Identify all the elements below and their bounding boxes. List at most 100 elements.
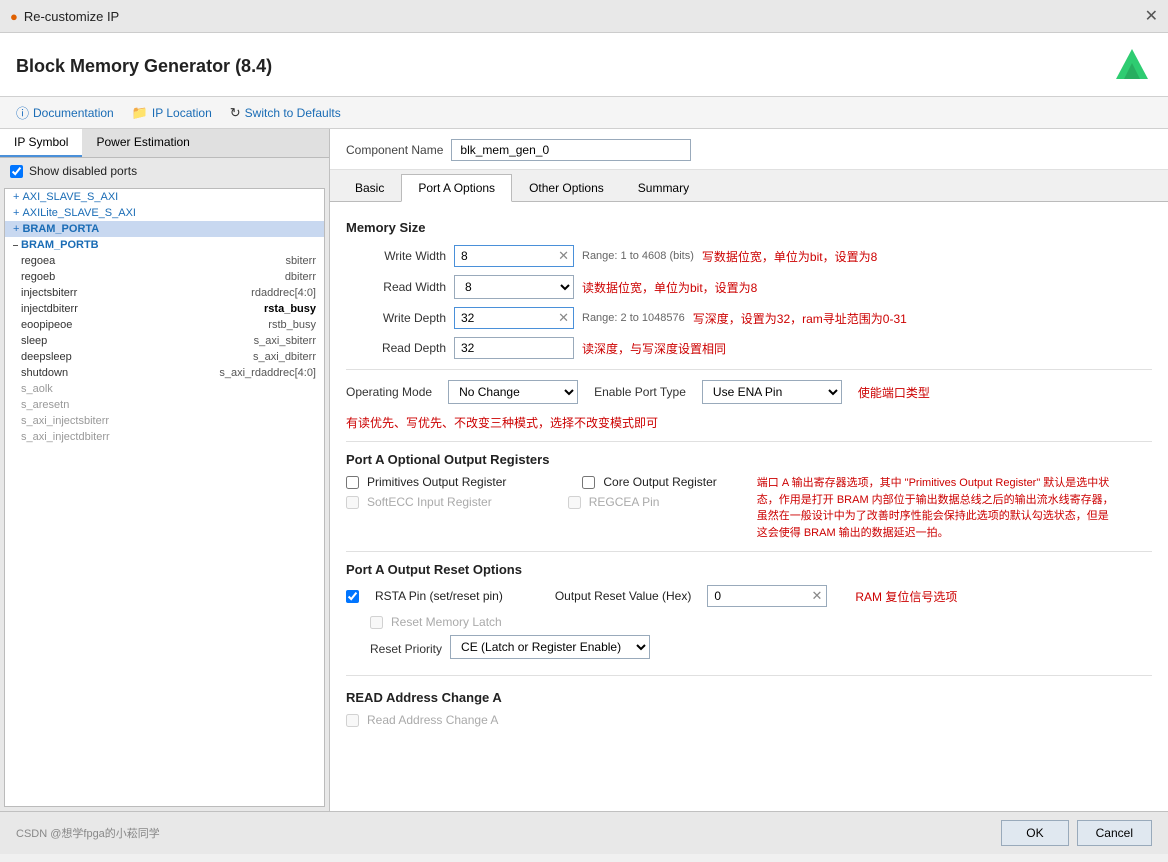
- tree-injectdbiterr-signal: rsta_busy: [264, 303, 316, 315]
- right-panel: Component Name Basic Port A Options Othe…: [330, 129, 1168, 811]
- tree-bram-porta[interactable]: +BRAM_PORTA: [5, 221, 324, 237]
- rsta-pin-row: RSTA Pin (set/reset pin) Output Reset Va…: [346, 585, 957, 607]
- tree-deepsleep: deepsleep s_axi_dbiterr: [5, 349, 324, 365]
- operating-mode-comment-row: 有读优先、写优先、不改变三种模式，选择不改变模式即可: [346, 414, 1152, 431]
- title-bar: ● Re-customize IP ✕: [0, 0, 1168, 33]
- tree-bram-portb-label: BRAM_PORTB: [21, 239, 99, 251]
- refresh-icon: ↻: [230, 105, 241, 121]
- tree-aresetn-name: s_aresetn: [21, 399, 69, 411]
- tree-sleep-signal: s_axi_sbiterr: [254, 335, 316, 347]
- divider-1: [346, 369, 1152, 370]
- divider-2: [346, 441, 1152, 442]
- tree-deepsleep-name: deepsleep: [21, 351, 72, 363]
- close-icon[interactable]: ✕: [1145, 6, 1158, 26]
- read-address-title: READ Address Change A: [346, 690, 1152, 705]
- operating-mode-comment: 有读优先、写优先、不改变三种模式，选择不改变模式即可: [346, 416, 658, 430]
- read-depth-row: Read Depth 读深度，与写深度设置相同: [346, 337, 1152, 359]
- optional-reg-annotation: 端口 A 输出寄存器选项，其中 "Primitives Output Regis…: [757, 475, 1117, 541]
- write-width-input-wrap: ✕: [454, 245, 574, 267]
- rsta-pin-label: RSTA Pin (set/reset pin): [375, 589, 503, 603]
- tree-eoopipeoe-signal: rstb_busy: [268, 319, 316, 331]
- tree-regoeb-signal: dbiterr: [285, 271, 316, 283]
- switch-defaults-label: Switch to Defaults: [245, 106, 341, 120]
- tree-said-name: s_axi_injectdbiterr: [21, 431, 110, 443]
- read-depth-input[interactable]: [454, 337, 574, 359]
- output-reset-clear-icon[interactable]: ✕: [807, 588, 826, 604]
- write-depth-clear-icon[interactable]: ✕: [554, 310, 573, 326]
- tree-bram-portb[interactable]: ⎯BRAM_PORTB: [5, 237, 324, 253]
- tree-deepsleep-signal: s_axi_dbiterr: [253, 351, 316, 363]
- write-depth-input[interactable]: [455, 308, 554, 328]
- output-reset-value-input[interactable]: [708, 586, 807, 606]
- reset-memory-latch-checkbox: [370, 616, 383, 629]
- show-disabled-row: Show disabled ports: [0, 158, 329, 184]
- tree-injectdbiterr: injectdbiterr rsta_busy: [5, 301, 324, 317]
- memory-size-title: Memory Size: [346, 220, 1152, 235]
- ok-button[interactable]: OK: [1001, 820, 1068, 846]
- output-reset-title: Port A Output Reset Options: [346, 562, 1152, 577]
- tab-power-estimation[interactable]: Power Estimation: [82, 129, 203, 157]
- write-width-hint: Range: 1 to 4608 (bits): [582, 250, 694, 262]
- reset-priority-label: Reset Priority: [370, 642, 442, 656]
- tree-eoopipeoe: eoopipeoe rstb_busy: [5, 317, 324, 333]
- app-header: Block Memory Generator (8.4): [0, 33, 1168, 97]
- core-output-reg-checkbox[interactable]: [582, 476, 595, 489]
- title-bar-left: ● Re-customize IP: [10, 9, 119, 24]
- operating-mode-row: Operating Mode No Change Read First Writ…: [346, 380, 1152, 404]
- watermark: CSDN @想学fpga的小菘同学: [16, 825, 160, 841]
- write-width-input[interactable]: [455, 246, 554, 266]
- rsta-pin-checkbox[interactable]: [346, 590, 359, 603]
- write-width-row: Write Width ✕ Range: 1 to 4608 (bits) 写数…: [346, 245, 1152, 267]
- tree-said: s_axi_injectdbiterr: [5, 429, 324, 445]
- minus-icon-bram-portb: ⎯: [13, 240, 18, 251]
- write-width-label: Write Width: [346, 249, 446, 263]
- softECC-row: SoftECC Input Register REGCEA Pin: [346, 495, 717, 509]
- title-bar-text: Re-customize IP: [24, 9, 119, 24]
- enable-port-type-select[interactable]: Use ENA Pin Always Enabled: [702, 380, 842, 404]
- read-width-select[interactable]: 8: [454, 275, 574, 299]
- tab-basic[interactable]: Basic: [338, 174, 401, 201]
- ip-location-link[interactable]: 📁 IP Location: [132, 105, 212, 121]
- reset-memory-latch-row: Reset Memory Latch: [346, 615, 957, 629]
- tree-axi-slave[interactable]: +AXI_SLAVE_S_AXI: [5, 189, 324, 205]
- softECC-input-reg-label: SoftECC Input Register: [367, 495, 492, 509]
- divider-4: [346, 675, 1152, 676]
- documentation-link[interactable]: ⓘ Documentation: [16, 103, 114, 122]
- cancel-button[interactable]: Cancel: [1077, 820, 1152, 846]
- reset-options-area: RSTA Pin (set/reset pin) Output Reset Va…: [346, 585, 1152, 665]
- primitives-output-reg-checkbox[interactable]: [346, 476, 359, 489]
- toolbar: ⓘ Documentation 📁 IP Location ↻ Switch t…: [0, 97, 1168, 129]
- show-disabled-label: Show disabled ports: [29, 164, 137, 178]
- show-disabled-checkbox[interactable]: [10, 165, 23, 178]
- enable-port-type-comment: 使能端口类型: [858, 384, 930, 401]
- tree-axilite-slave[interactable]: +AXILite_SLAVE_S_AXI: [5, 205, 324, 221]
- reset-priority-select[interactable]: CE (Latch or Register Enable) SR (Set Re…: [450, 635, 650, 659]
- documentation-label: Documentation: [33, 106, 114, 120]
- tree-injectdbiterr-name: injectdbiterr: [21, 303, 78, 315]
- optional-checkboxes: Primitives Output Register Core Output R…: [346, 475, 717, 515]
- tree-regoea-name: regoea: [21, 255, 55, 267]
- tree-aresetn: s_aresetn: [5, 397, 324, 413]
- tree-sai-name: s_axi_injectsbiterr: [21, 415, 109, 427]
- tab-port-a-options[interactable]: Port A Options: [401, 174, 512, 202]
- plus-icon-axi-slave: +: [13, 191, 19, 203]
- switch-to-defaults-link[interactable]: ↻ Switch to Defaults: [230, 105, 341, 121]
- tree-regoeb-name: regoeb: [21, 271, 55, 283]
- output-reset-value-label: Output Reset Value (Hex): [555, 589, 692, 603]
- tab-other-options[interactable]: Other Options: [512, 174, 621, 201]
- component-name-input[interactable]: [451, 139, 691, 161]
- tab-summary[interactable]: Summary: [621, 174, 706, 201]
- write-width-clear-icon[interactable]: ✕: [554, 248, 573, 264]
- read-width-row: Read Width 8 读数据位宽，单位为bit，设置为8: [346, 275, 1152, 299]
- tree-axi-slave-label: AXI_SLAVE_S_AXI: [22, 191, 118, 203]
- left-panel: IP Symbol Power Estimation Show disabled…: [0, 129, 330, 811]
- divider-3: [346, 551, 1152, 552]
- info-icon: ⓘ: [16, 103, 29, 122]
- tab-ip-symbol[interactable]: IP Symbol: [0, 129, 82, 157]
- write-depth-label: Write Depth: [346, 311, 446, 325]
- folder-icon: 📁: [132, 105, 148, 121]
- read-width-comment: 读数据位宽，单位为bit，设置为8: [582, 279, 757, 296]
- operating-mode-select[interactable]: No Change Read First Write First: [448, 380, 578, 404]
- left-tabs: IP Symbol Power Estimation: [0, 129, 329, 158]
- core-output-reg-label: Core Output Register: [603, 475, 716, 489]
